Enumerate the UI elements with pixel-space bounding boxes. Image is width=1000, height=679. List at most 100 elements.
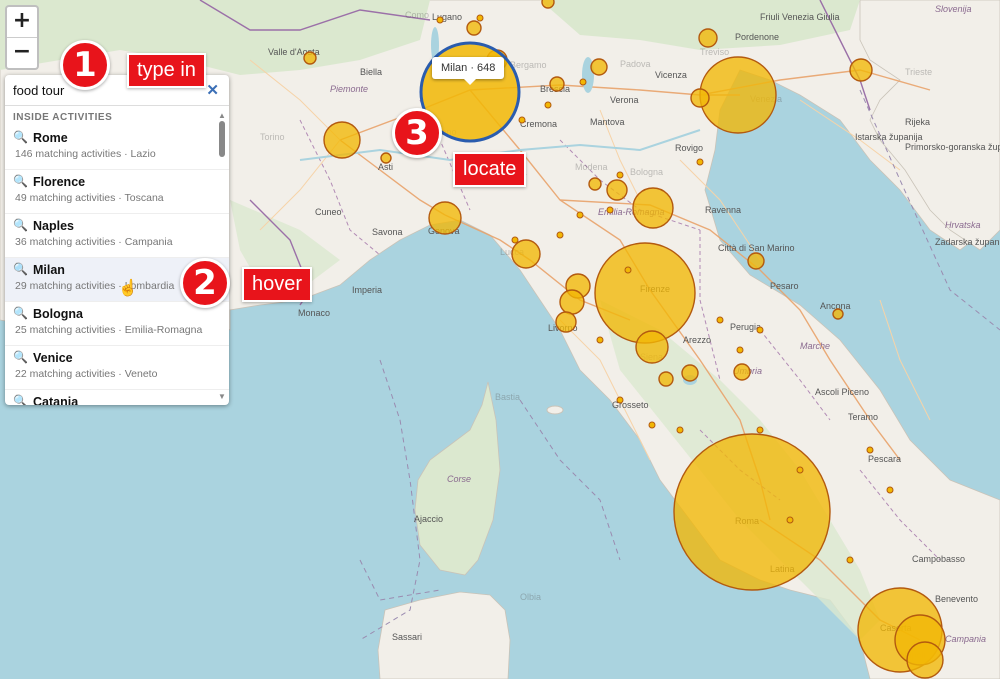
- activity-bubble[interactable]: [736, 346, 744, 354]
- zoom-in-button[interactable]: +: [7, 7, 37, 37]
- activity-bubble[interactable]: [699, 56, 777, 134]
- result-item-florence[interactable]: 🔍 Florence 49 matching activities · Toscan…: [5, 170, 229, 214]
- activity-bubble[interactable]: [756, 426, 764, 434]
- activity-bubble[interactable]: [632, 187, 674, 229]
- activity-bubble[interactable]: [786, 516, 794, 524]
- results-scrollbar[interactable]: ▲ ▼: [218, 111, 226, 401]
- activity-bubble[interactable]: [832, 308, 844, 320]
- activity-bubble[interactable]: [594, 242, 696, 344]
- activity-bubble[interactable]: [796, 466, 804, 474]
- map-label: Campobasso: [912, 554, 965, 564]
- result-meta: 146 matching activities · Lazio: [15, 148, 156, 160]
- map-label: Cuneo: [315, 207, 342, 217]
- activity-bubble[interactable]: [696, 158, 704, 166]
- zoom-out-button[interactable]: −: [7, 37, 37, 68]
- result-item-catania[interactable]: 🔍 Catania: [5, 390, 229, 405]
- result-meta: 49 matching activities · Toscana: [15, 192, 164, 204]
- activity-bubble[interactable]: [906, 641, 944, 679]
- activity-bubble[interactable]: [747, 252, 765, 270]
- map-label: Marche: [800, 341, 830, 351]
- activity-bubble[interactable]: [606, 206, 614, 214]
- activity-bubble[interactable]: [466, 20, 482, 36]
- map-label: Bologna: [630, 167, 663, 177]
- activity-bubble[interactable]: [635, 330, 669, 364]
- activity-bubble[interactable]: [733, 363, 751, 381]
- activity-bubble[interactable]: [624, 266, 632, 274]
- activity-bubble[interactable]: [616, 396, 624, 404]
- result-name: Rome: [33, 131, 68, 145]
- map-label: Ascoli Piceno: [815, 387, 869, 397]
- clear-search-icon[interactable]: ✕: [206, 81, 219, 99]
- scroll-up-icon[interactable]: ▲: [218, 111, 226, 120]
- map-label: Rijeka: [905, 117, 930, 127]
- activity-bubble[interactable]: [596, 336, 604, 344]
- activity-bubble[interactable]: [555, 311, 577, 333]
- activity-bubble[interactable]: [616, 171, 624, 179]
- result-item-rome[interactable]: 🔍 Rome 146 matching activities · Lazio: [5, 126, 229, 170]
- activity-bubble[interactable]: [511, 236, 519, 244]
- zoom-control: + −: [5, 5, 39, 70]
- activity-bubble[interactable]: [866, 446, 874, 454]
- map-label: Istarska županija: [855, 132, 923, 142]
- activity-bubble[interactable]: [756, 326, 764, 334]
- activity-bubble[interactable]: [690, 88, 710, 108]
- activity-bubble[interactable]: [380, 152, 392, 164]
- result-item-venice[interactable]: 🔍 Venice 22 matching activities · Veneto: [5, 346, 229, 390]
- map-label: Pesaro: [770, 281, 799, 291]
- activity-bubble[interactable]: [511, 239, 541, 269]
- activity-bubble[interactable]: [559, 289, 585, 315]
- search-panel: food tour ✕ INSIDE ACTIVITIES 🔍 Rome 146 m…: [5, 75, 229, 405]
- activity-bubble[interactable]: [544, 101, 552, 109]
- activity-bubble[interactable]: [576, 211, 584, 219]
- activity-bubble[interactable]: [588, 177, 602, 191]
- activity-bubble[interactable]: [698, 28, 718, 48]
- activity-bubble[interactable]: [579, 78, 587, 86]
- activity-bubble[interactable]: [648, 421, 656, 429]
- activity-bubble[interactable]: [303, 51, 317, 65]
- activity-bubble[interactable]: [606, 179, 628, 201]
- map-label: Imperia: [352, 285, 382, 295]
- map-label: Olbia: [520, 592, 541, 602]
- result-name: Florence: [33, 175, 86, 189]
- map-label: Pescara: [868, 454, 901, 464]
- activity-bubble[interactable]: [556, 231, 564, 239]
- activity-bubble[interactable]: [541, 0, 555, 9]
- scrollbar-thumb[interactable]: [219, 121, 225, 157]
- search-icon: 🔍: [13, 130, 28, 144]
- activity-bubble[interactable]: [846, 556, 854, 564]
- activity-bubble[interactable]: [681, 364, 699, 382]
- activity-bubble[interactable]: [849, 58, 873, 82]
- map-label: Sassari: [392, 632, 422, 642]
- scroll-down-icon[interactable]: ▼: [218, 392, 226, 401]
- activity-bubble[interactable]: [716, 316, 724, 324]
- search-query: food tour: [13, 83, 65, 98]
- activity-bubble[interactable]: [886, 486, 894, 494]
- result-name: Naples: [33, 219, 74, 233]
- activity-bubble[interactable]: [323, 121, 361, 159]
- activity-bubble[interactable]: [428, 201, 462, 235]
- map-tooltip: Milan · 648: [432, 57, 505, 85]
- map-label: Torino: [260, 132, 285, 142]
- activity-bubble[interactable]: [673, 433, 831, 591]
- map-label: Ravenna: [705, 205, 741, 215]
- activity-bubble[interactable]: [658, 371, 674, 387]
- activity-bubble[interactable]: [590, 58, 608, 76]
- activity-bubble[interactable]: [518, 116, 526, 124]
- result-name: Venice: [33, 351, 73, 365]
- map-label: Trieste: [905, 67, 932, 77]
- result-item-naples[interactable]: 🔍 Naples 36 matching activities · Campania: [5, 214, 229, 258]
- result-meta: 29 matching activities · Lombardia: [15, 280, 175, 292]
- result-meta: 25 matching activities · Emilia-Romagna: [15, 324, 203, 336]
- activity-bubble[interactable]: [549, 76, 565, 92]
- activity-bubble[interactable]: [436, 16, 444, 24]
- map-label: Ajaccio: [414, 514, 443, 524]
- step-2-badge: 2: [180, 258, 230, 308]
- result-item-bologna[interactable]: 🔍 Bologna 25 matching activities · Emilia-…: [5, 302, 229, 346]
- map-label: Como: [405, 10, 429, 20]
- map-label: Friuli Venezia Giulia: [760, 12, 840, 22]
- map-label: Verona: [610, 95, 639, 105]
- map-label: Teramo: [848, 412, 878, 422]
- activity-bubble[interactable]: [476, 14, 484, 22]
- activity-bubble[interactable]: [676, 426, 684, 434]
- map-label: Corse: [447, 474, 471, 484]
